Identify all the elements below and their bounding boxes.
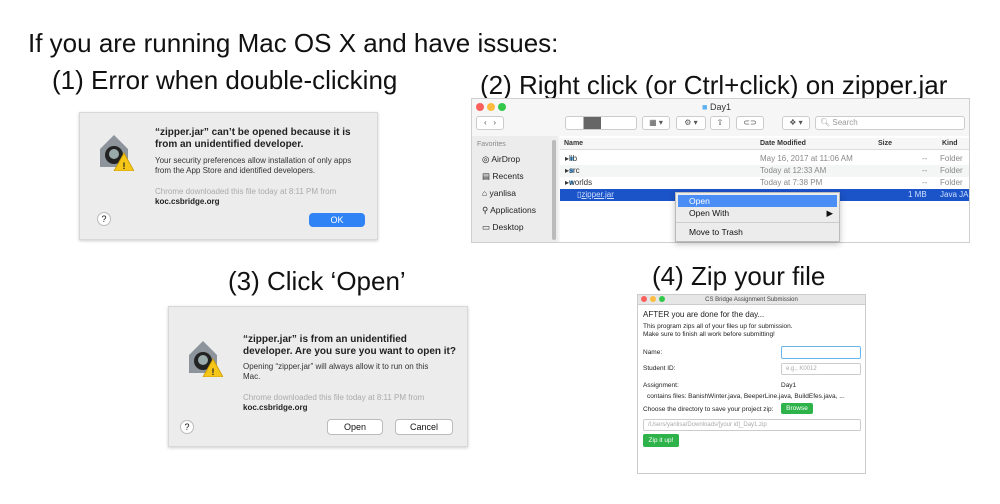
directory-label: Choose the directory to save your projec… bbox=[643, 406, 774, 413]
window-title: CS Bridge Assignment Submission bbox=[705, 297, 798, 303]
file-row[interactable]: ▸ ■ lib May 16, 2017 at 11:06 AM -- Folder bbox=[560, 153, 969, 165]
context-menu: Open Open With ▶ Move to Trash bbox=[675, 192, 840, 242]
sidebar-header: Favorites bbox=[477, 141, 506, 148]
ok-button[interactable]: OK bbox=[309, 213, 365, 227]
gatekeeper-warning-icon: ! bbox=[100, 135, 134, 171]
file-name: lib bbox=[569, 154, 578, 163]
file-date: Today at 12:33 AM bbox=[760, 166, 827, 175]
intro-text: This program zips all of your files up f… bbox=[643, 323, 793, 330]
search-input[interactable]: 🔍︎ Search bbox=[815, 116, 965, 130]
file-row[interactable]: ▸ ■ src Today at 12:33 AM -- Folder bbox=[560, 165, 969, 177]
window-title: ■ Day1 bbox=[702, 102, 731, 112]
file-date: Today at 7:38 PM bbox=[760, 178, 823, 187]
student-id-input[interactable]: e.g., K0012 bbox=[781, 363, 861, 375]
finder-window: ■ Day1 ‹ › ▦ ▾ ⚙ ▾ ⇧ ⊂⊃ ❖ ▾ 🔍︎ Search Fa… bbox=[471, 98, 970, 243]
file-name: src bbox=[569, 166, 580, 175]
open-button[interactable]: Open bbox=[327, 419, 383, 435]
intro-text: Make sure to finish all work before subm… bbox=[643, 331, 775, 338]
window-controls[interactable] bbox=[641, 296, 668, 306]
menu-divider bbox=[676, 222, 839, 223]
assignment-value: Day1 bbox=[781, 382, 797, 389]
save-path-input[interactable]: /Users/yanlisa/Downloads/[your id]_Day1.… bbox=[643, 419, 861, 431]
dialog-title: “zipper.jar” is from an unidentified dev… bbox=[243, 334, 456, 357]
cancel-button[interactable]: Cancel bbox=[395, 419, 453, 435]
column-headers: Name Date Modified Size Kind bbox=[560, 138, 969, 150]
download-source: Chrome downloaded this file today at 8:1… bbox=[243, 393, 425, 402]
svg-text:!: ! bbox=[123, 161, 126, 171]
folder-icon: ■ bbox=[702, 102, 708, 112]
title-bar: CS Bridge Assignment Submission bbox=[638, 295, 865, 305]
student-id-label: Student ID: bbox=[643, 365, 676, 372]
menu-item-move-to-trash[interactable]: Move to Trash bbox=[689, 226, 743, 238]
download-host: koc.csbridge.org bbox=[243, 403, 308, 412]
finder-sidebar: Favorites ◎ AirDrop ▤ Recents ⌂ yanlisa … bbox=[472, 136, 558, 242]
sidebar-item-desktop[interactable]: ▭ Desktop bbox=[482, 222, 524, 233]
window-title-text: Day1 bbox=[709, 102, 731, 112]
dialog-title: “zipper.jar” can’t be opened because it … bbox=[155, 127, 351, 150]
gatekeeper-warning-icon: ! bbox=[189, 341, 223, 377]
browse-button[interactable]: Browse bbox=[781, 403, 813, 414]
file-size: 1 MB bbox=[908, 190, 927, 199]
open-confirmation-dialog: ! “zipper.jar” is from an unidentified d… bbox=[168, 306, 468, 447]
sidebar-scrollbar[interactable] bbox=[552, 140, 556, 240]
search-placeholder: Search bbox=[832, 118, 858, 127]
back-forward-buttons[interactable]: ‹ › bbox=[476, 116, 504, 130]
svg-text:!: ! bbox=[212, 367, 215, 377]
column-size[interactable]: Size bbox=[878, 138, 892, 150]
tag-button[interactable]: ⊂⊃ bbox=[736, 116, 764, 130]
dialog-message: Opening “zipper.jar” will always allow i… bbox=[243, 362, 429, 381]
name-label: Name: bbox=[643, 349, 663, 356]
file-size: -- bbox=[922, 154, 928, 163]
file-date: May 16, 2017 at 11:06 AM bbox=[760, 154, 853, 163]
file-name: zipper.jar bbox=[581, 190, 614, 199]
unidentified-developer-dialog: ! “zipper.jar” can’t be opened because i… bbox=[79, 112, 378, 240]
download-host: koc.csbridge.org bbox=[155, 197, 220, 206]
step3-heading: (3) Click ‘Open’ bbox=[228, 266, 406, 296]
column-date[interactable]: Date Modified bbox=[760, 138, 806, 150]
sidebar-item-home[interactable]: ⌂ yanlisa bbox=[482, 188, 516, 198]
help-button[interactable]: ? bbox=[180, 420, 194, 434]
sidebar-item-recents[interactable]: ▤ Recents bbox=[482, 171, 524, 182]
gear-action-button[interactable]: ⚙ ▾ bbox=[676, 116, 706, 130]
name-input[interactable] bbox=[781, 346, 861, 359]
sidebar-label: Desktop bbox=[492, 222, 524, 232]
step2-heading: (2) Right click (or Ctrl+click) on zippe… bbox=[480, 70, 948, 100]
sidebar-item-airdrop[interactable]: ◎ AirDrop bbox=[482, 154, 520, 165]
column-name[interactable]: Name bbox=[564, 138, 583, 150]
assignment-label: Assignment: bbox=[643, 382, 679, 389]
download-source: Chrome downloaded this file today at 8:1… bbox=[155, 187, 337, 196]
column-kind[interactable]: Kind bbox=[942, 138, 958, 150]
zip-it-up-button[interactable]: Zip it up! bbox=[643, 434, 679, 447]
file-size: -- bbox=[922, 178, 928, 187]
menu-label: Open With bbox=[689, 208, 730, 218]
file-kind: Folder bbox=[940, 154, 963, 163]
heading: AFTER you are done for the day... bbox=[643, 310, 765, 319]
window-controls[interactable] bbox=[476, 103, 509, 113]
help-button[interactable]: ? bbox=[97, 212, 111, 226]
step1-heading: (1) Error when double-clicking bbox=[52, 65, 398, 95]
sidebar-label: yanlisa bbox=[489, 188, 516, 198]
sidebar-label: Recents bbox=[492, 171, 524, 181]
view-mode-buttons[interactable] bbox=[565, 116, 637, 130]
file-kind: Folder bbox=[940, 178, 963, 187]
sidebar-label: AirDrop bbox=[491, 154, 521, 164]
file-kind: Java JAR bbox=[940, 190, 969, 199]
submenu-arrow-icon: ▶ bbox=[826, 208, 833, 218]
file-name: worlds bbox=[569, 178, 593, 187]
dropbox-button[interactable]: ❖ ▾ bbox=[782, 116, 810, 130]
share-icon[interactable]: ⇧ bbox=[710, 116, 730, 130]
menu-item-open-with[interactable]: Open With ▶ bbox=[689, 207, 833, 219]
dialog-message: Your security preferences allow installa… bbox=[155, 156, 352, 175]
file-kind: Folder bbox=[940, 166, 963, 175]
sidebar-label: Applications bbox=[490, 205, 536, 215]
arrange-button[interactable]: ▦ ▾ bbox=[642, 116, 670, 130]
file-row[interactable]: ▸ ■ worlds Today at 7:38 PM -- Folder bbox=[560, 177, 969, 189]
step4-heading: (4) Zip your file bbox=[652, 261, 826, 291]
submission-window: CS Bridge Assignment Submission AFTER yo… bbox=[637, 294, 866, 474]
contained-files: contains files: BanishWinter.java, Beepe… bbox=[647, 393, 845, 400]
main-heading: If you are running Mac OS X and have iss… bbox=[28, 28, 559, 58]
menu-item-open[interactable]: Open bbox=[678, 195, 837, 207]
file-size: -- bbox=[922, 166, 928, 175]
sidebar-item-applications[interactable]: ⚲ Applications bbox=[482, 205, 536, 216]
